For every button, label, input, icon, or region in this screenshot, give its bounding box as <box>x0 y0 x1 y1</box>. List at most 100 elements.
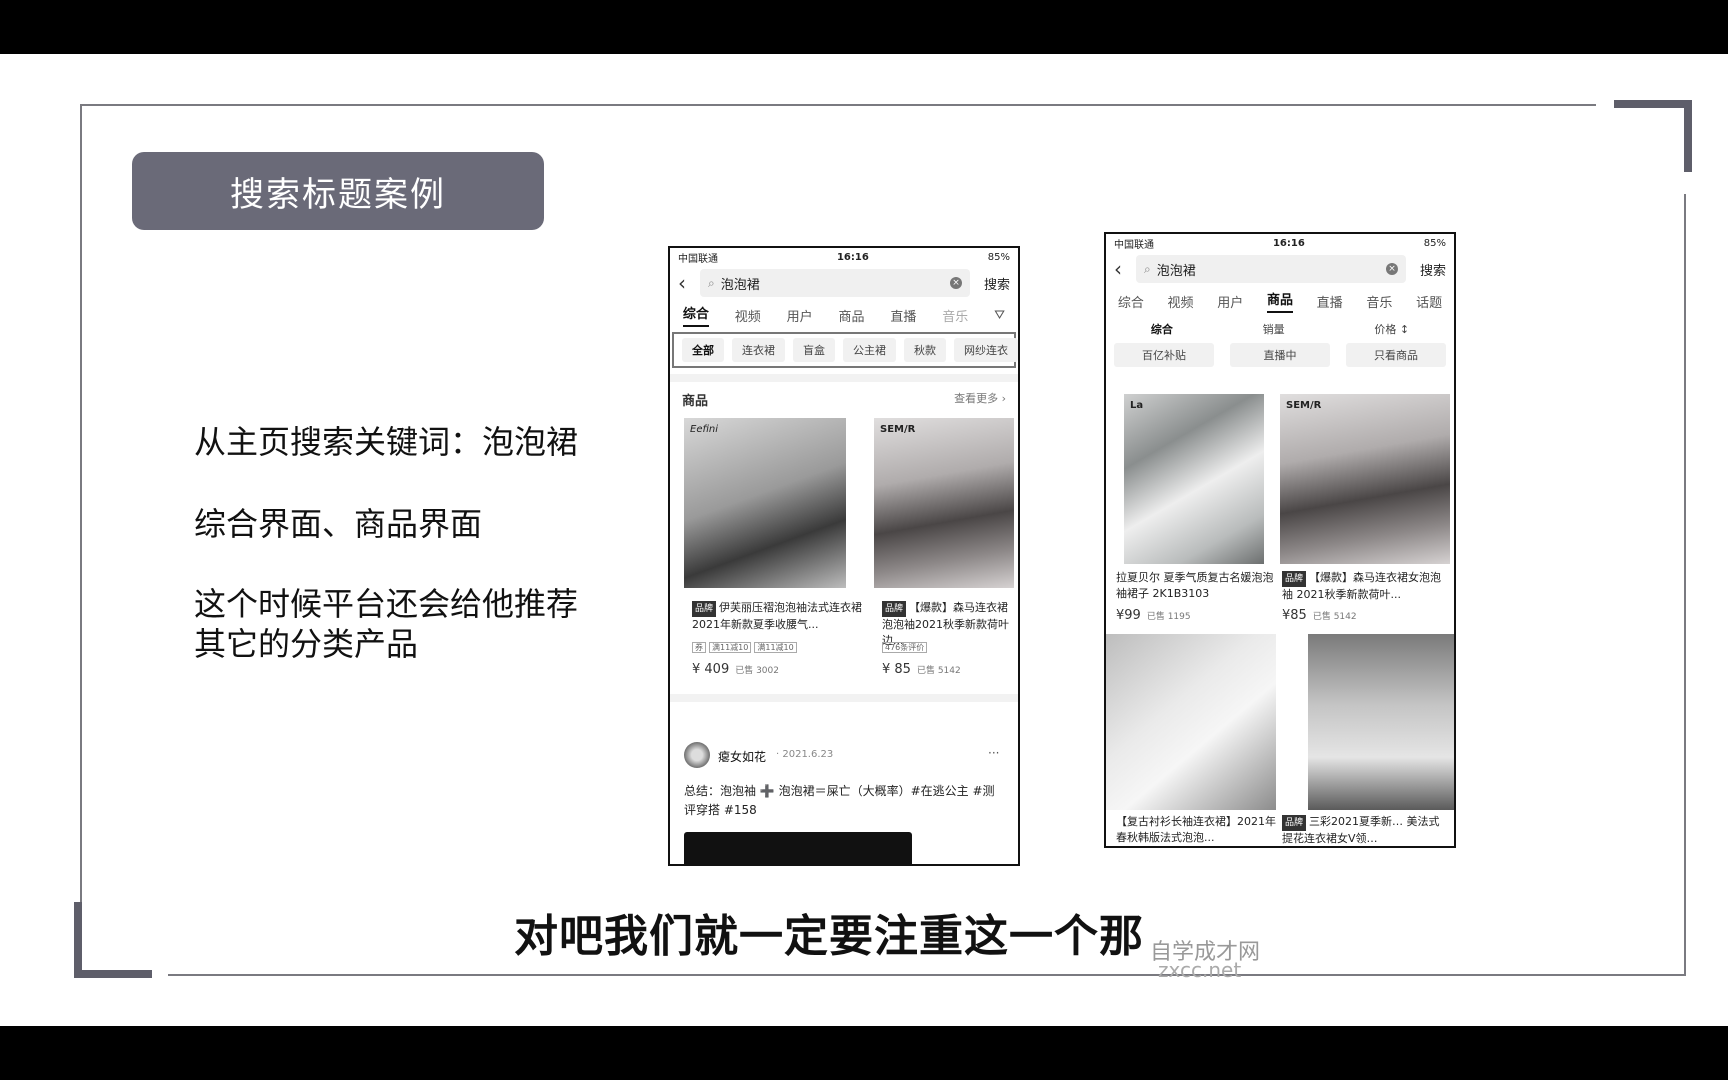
filter-subsidy[interactable]: 百亿补贴 <box>1114 343 1214 367</box>
post-text: 总结：泡泡袖 ➕ 泡泡裙＝屎亡（大概率）#在逃公主 #测评穿搭 #158 <box>684 784 995 817</box>
tab-overall[interactable]: 综合 <box>682 303 709 327</box>
product-title-3[interactable]: 【复古衬衫长袖连衣裙】2021年春秋韩版法式泡泡... <box>1116 814 1284 846</box>
price-1: ¥99 已售 1195 <box>1116 608 1191 623</box>
tab-products[interactable]: 商品 <box>1266 289 1293 313</box>
search-row: ‹ ⌕ 泡泡裙 × 搜索 <box>670 266 1018 300</box>
sold-count: 已售 5142 <box>1312 612 1357 622</box>
sort-overall[interactable]: 综合 <box>1151 321 1173 337</box>
post-author[interactable]: 瘪女如花 <box>718 748 766 765</box>
carrier-label: 中国联通 <box>678 253 718 265</box>
frame-right-line <box>1684 194 1686 974</box>
sold-count: 已售 3002 <box>735 666 779 676</box>
brand-tag: 品牌 <box>882 601 907 617</box>
bullet-4: 其它的分类产品 <box>194 625 419 663</box>
brand-tag: 品牌 <box>1282 815 1307 831</box>
see-more-link[interactable]: 查看更多 › <box>954 390 1006 409</box>
frame-left-line <box>80 104 82 904</box>
search-input[interactable]: ⌕ 泡泡裙 × <box>700 269 970 297</box>
search-input[interactable]: ⌕ 泡泡裙 × <box>1136 255 1406 283</box>
product-title-1[interactable]: 品牌 伊芙丽压褶泡泡袖法式连衣裙2021年新款夏季收腰气... <box>692 600 864 633</box>
price-2: ¥85 已售 5142 <box>1282 608 1357 623</box>
section-title: 商品 <box>682 394 709 409</box>
category-chips: 全部 连衣裙 盲盒 公主裙 秋款 网纱连衣 <box>672 332 1018 368</box>
more-icon[interactable]: ··· <box>988 746 999 760</box>
filter-icon[interactable]: ⛛ <box>994 308 1005 323</box>
carrier-label: 中国联通 <box>1114 239 1154 251</box>
sort-price[interactable]: 价格 ↕ <box>1374 321 1409 337</box>
product-image-2[interactable]: SEM/R <box>874 418 1014 588</box>
tab-overall[interactable]: 综合 <box>1118 292 1144 311</box>
filter-products-only[interactable]: 只看商品 <box>1346 343 1446 367</box>
review-count: 476条评价 <box>882 642 928 653</box>
tab-bar: 综合 视频 用户 商品 直播 音乐 ⛛ <box>670 300 1018 330</box>
bullet-3: 这个时候平台还会给他推荐 <box>194 585 579 623</box>
video-subtitle: 对吧我们就一定要注重这一个那 <box>514 911 1144 962</box>
tab-products[interactable]: 商品 <box>839 306 865 325</box>
battery-label: 85% <box>987 251 1010 263</box>
filter-live[interactable]: 直播中 <box>1230 343 1330 367</box>
chip-princess[interactable]: 公主裙 <box>843 338 896 362</box>
search-row: ‹ ⌕ 泡泡裙 × 搜索 <box>1106 252 1454 286</box>
tab-live[interactable]: 直播 <box>890 306 916 325</box>
back-icon[interactable]: ‹ <box>678 271 700 295</box>
post-media[interactable] <box>684 832 912 864</box>
tab-topics[interactable]: 话题 <box>1416 292 1442 311</box>
tab-music[interactable]: 音乐 <box>1366 292 1392 311</box>
slide-title: 搜索标题案例 <box>132 152 544 230</box>
bullet-1: 从主页搜索关键词：泡泡裙 <box>194 423 579 461</box>
divider <box>670 694 1018 702</box>
clear-icon[interactable]: × <box>1386 263 1398 275</box>
product-image-1[interactable]: La <box>1124 394 1264 564</box>
reviews-2: 476条评价 <box>882 642 930 653</box>
tab-users[interactable]: 用户 <box>787 306 813 325</box>
price-value: ¥ 85 <box>882 662 911 677</box>
watermark-en: zxcc.net <box>1158 958 1242 982</box>
tab-live[interactable]: 直播 <box>1317 292 1343 311</box>
title-text: 【复古衬衫长袖连衣裙】2021年春秋韩版法式泡泡... <box>1116 815 1276 844</box>
tab-video[interactable]: 视频 <box>1168 292 1194 311</box>
bullet-2: 综合界面、商品界面 <box>194 505 483 543</box>
tab-music[interactable]: 音乐 <box>942 306 968 325</box>
coupon: 满11减10 <box>709 642 752 653</box>
brand-mark: SEM/R <box>880 424 916 435</box>
corner-bottom-left-h <box>74 970 152 978</box>
chip-autumn[interactable]: 秋款 <box>904 338 946 362</box>
avatar[interactable] <box>684 742 710 768</box>
top-letterbox <box>0 0 1728 54</box>
product-image-4[interactable] <box>1308 634 1454 810</box>
post-date: · 2021.6.23 <box>776 749 834 760</box>
corner-bottom-left-v <box>74 902 82 978</box>
status-bar: 中国联通 16:16 85% <box>1106 234 1454 252</box>
price-value: ¥ 409 <box>692 662 730 677</box>
product-title-2[interactable]: 品牌 【爆款】森马连衣裙女泡泡袖 2021秋季新款荷叶... <box>1282 570 1448 603</box>
search-button[interactable]: 搜索 <box>1406 260 1446 279</box>
price-2: ¥ 85 已售 5142 <box>882 662 961 677</box>
chip-mesh[interactable]: 网纱连衣 <box>954 338 1018 362</box>
brand-mark: Eefini <box>690 424 719 435</box>
phone-screenshot-overview: 中国联通 16:16 85% ‹ ⌕ 泡泡裙 × 搜索 综合 视频 用户 商品 … <box>668 246 1020 866</box>
time-label: 16:16 <box>1272 237 1305 249</box>
title-text: 伊芙丽压褶泡泡袖法式连衣裙2021年新款夏季收腰气... <box>692 601 863 631</box>
status-bar: 中国联通 16:16 85% <box>670 248 1018 266</box>
tab-users[interactable]: 用户 <box>1217 292 1243 311</box>
chip-all[interactable]: 全部 <box>682 338 724 362</box>
tab-video[interactable]: 视频 <box>735 306 761 325</box>
product-image-2[interactable]: SEM/R <box>1280 394 1450 564</box>
product-title-4[interactable]: 品牌 三彩2021夏季新… 美法式提花连衣裙女V领… <box>1282 814 1448 846</box>
chip-dress[interactable]: 连衣裙 <box>732 338 785 362</box>
search-value: 泡泡裙 <box>720 277 760 293</box>
product-image-1[interactable]: Eefini <box>684 418 846 588</box>
chip-blindbox[interactable]: 盲盒 <box>793 338 835 362</box>
back-icon[interactable]: ‹ <box>1114 257 1136 281</box>
product-title-1[interactable]: 拉夏贝尔 夏季气质复古名媛泡泡袖裙子 2K1B3103 <box>1116 570 1276 602</box>
price-value: ¥85 <box>1282 608 1307 623</box>
clear-icon[interactable]: × <box>950 277 962 289</box>
sort-bar: 综合 销量 价格 ↕ <box>1106 316 1454 342</box>
sort-sales[interactable]: 销量 <box>1263 321 1285 337</box>
search-icon: ⌕ <box>1144 261 1151 276</box>
search-button[interactable]: 搜索 <box>970 274 1010 293</box>
sold-count: 已售 1195 <box>1146 612 1191 622</box>
filter-chips: 百亿补贴 直播中 只看商品 <box>1106 342 1454 368</box>
product-image-3[interactable] <box>1106 634 1276 810</box>
sold-count: 已售 5142 <box>916 666 961 676</box>
